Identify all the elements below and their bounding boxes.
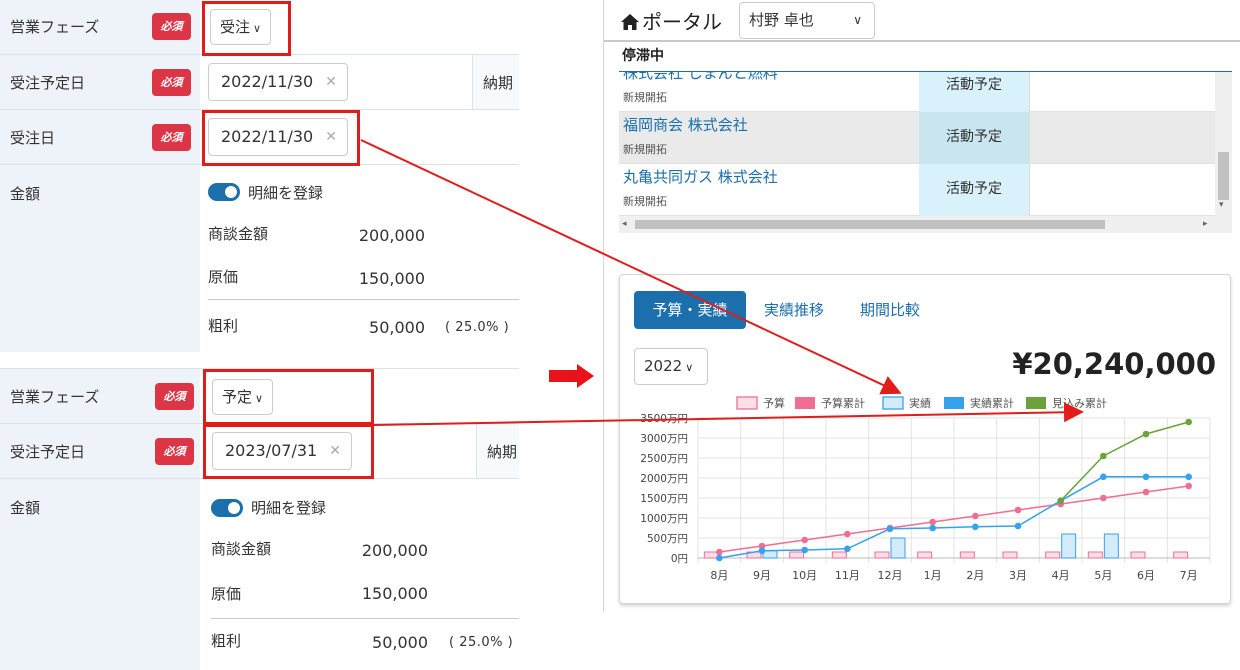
- legend-label: 予算: [763, 396, 785, 410]
- legend-label: 見込み累計: [1052, 396, 1107, 410]
- budget-bar: [874, 551, 890, 559]
- legend-swatch: [882, 396, 904, 410]
- budget-cumulative-point: [801, 536, 808, 544]
- actual-cumulative-point: [1100, 473, 1107, 481]
- actual-cumulative-point: [758, 547, 766, 555]
- x-tick-label: 6月: [1137, 569, 1155, 582]
- budget-bar: [1130, 551, 1146, 559]
- x-tick-label: 9月: [753, 569, 771, 582]
- budget-actual-chart: 0円 500万円 1000万円 1500万円 2000万円 2500万円 3000万円 350…: [640, 396, 1211, 582]
- legend-label: 実績累計: [970, 396, 1014, 410]
- x-tick-label: 11月: [835, 569, 860, 582]
- y-tick-label: 500万円: [647, 533, 688, 545]
- budget-cumulative-point: [1185, 482, 1192, 490]
- x-tick-label: 5月: [1094, 569, 1112, 582]
- budget-bar: [1002, 551, 1018, 559]
- actual-bar: [1103, 533, 1119, 559]
- budget-cumulative-point: [1014, 506, 1022, 514]
- actual-cumulative-point: [1014, 522, 1022, 530]
- budget-cumulative-point: [929, 518, 936, 526]
- budget-bar: [917, 551, 933, 559]
- x-tick-label: 10月: [792, 569, 817, 582]
- x-tick-label: 3月: [1009, 569, 1027, 582]
- legend-swatch: [1026, 397, 1046, 409]
- x-tick-label: 1月: [924, 569, 942, 582]
- x-tick-label: 12月: [878, 569, 903, 582]
- actual-cumulative-point: [886, 525, 894, 533]
- budget-bar: [831, 551, 847, 559]
- budget-cumulative-point: [716, 548, 723, 556]
- legend-swatch: [736, 396, 758, 410]
- budget-bar: [959, 551, 975, 559]
- y-tick-label: 3500万円: [640, 413, 688, 425]
- y-tick-label: 0円: [671, 553, 688, 565]
- y-tick-label: 1000万円: [640, 513, 688, 525]
- budget-cumulative-point: [1100, 494, 1107, 502]
- x-tick-label: 4月: [1052, 569, 1070, 582]
- budget-bar: [1045, 551, 1061, 559]
- x-tick-label: 7月: [1180, 569, 1198, 582]
- actual-bar: [1061, 533, 1077, 559]
- actual-cumulative-point: [716, 554, 723, 562]
- budget-bar: [789, 551, 805, 559]
- actual-cumulative-point: [972, 523, 979, 531]
- actual-bar: [890, 537, 906, 559]
- actual-cumulative-point: [1142, 473, 1150, 481]
- y-tick-label: 3000万円: [640, 433, 688, 445]
- forecast-cumulative-point: [1185, 418, 1192, 426]
- y-tick-label: 1500万円: [640, 493, 688, 505]
- forecast-cumulative-point: [1057, 497, 1064, 505]
- forecast-cumulative-point: [1142, 430, 1150, 438]
- legend-swatch: [944, 397, 964, 409]
- y-tick-label: 2500万円: [640, 453, 688, 465]
- legend-label: 予算累計: [821, 396, 865, 410]
- budget-cumulative-point: [844, 530, 851, 538]
- budget-cumulative-point: [972, 512, 979, 520]
- actual-cumulative-point: [929, 524, 936, 532]
- legend-label: 実績: [909, 396, 931, 410]
- y-tick-label: 2000万円: [640, 473, 688, 485]
- actual-cumulative-point: [844, 545, 851, 553]
- budget-bar: [1087, 551, 1103, 559]
- budget-bar: [1173, 551, 1189, 559]
- x-tick-label: 2月: [966, 569, 984, 582]
- budget-cumulative-point: [1142, 488, 1150, 496]
- forecast-cumulative-point: [1100, 452, 1107, 460]
- x-tick-label: 8月: [710, 569, 728, 582]
- actual-cumulative-point: [1185, 473, 1192, 481]
- legend-swatch: [795, 397, 815, 409]
- actual-cumulative-point: [801, 546, 808, 554]
